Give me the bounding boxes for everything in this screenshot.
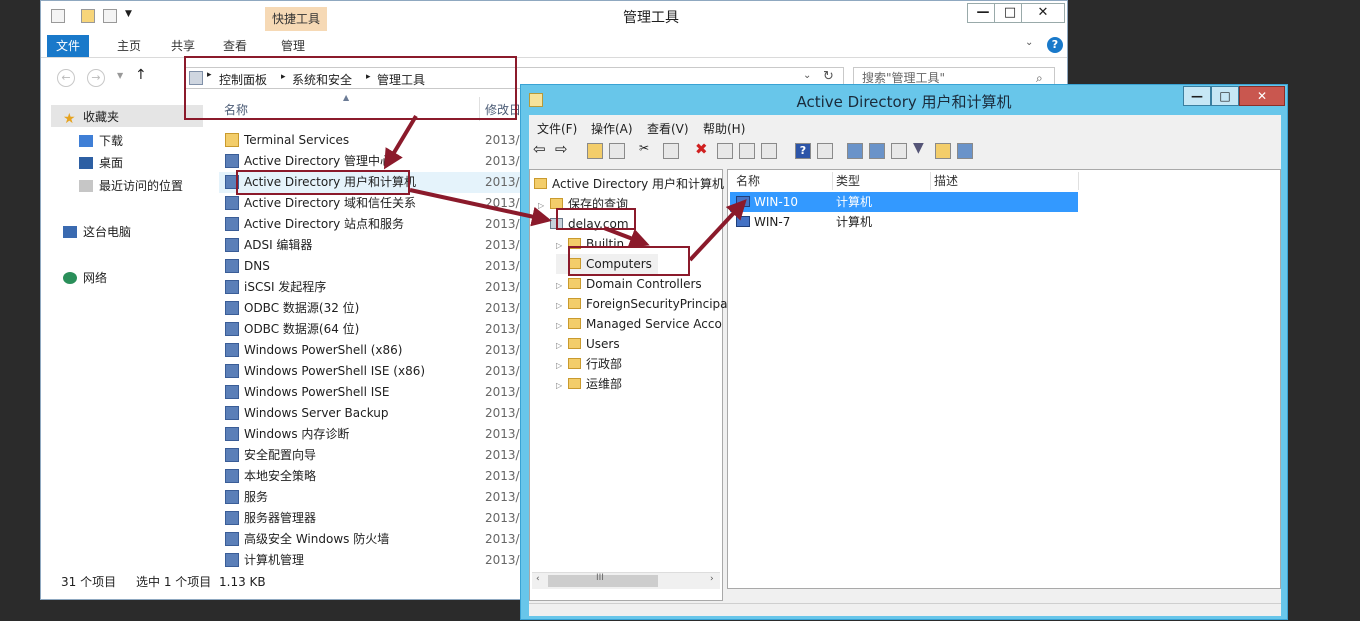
arrow-to-aduc <box>383 114 418 170</box>
arrow-to-computers <box>603 226 650 248</box>
arrow-to-win10 <box>688 199 747 262</box>
arrow-to-domain <box>409 188 552 227</box>
annotation-arrows <box>383 114 747 262</box>
